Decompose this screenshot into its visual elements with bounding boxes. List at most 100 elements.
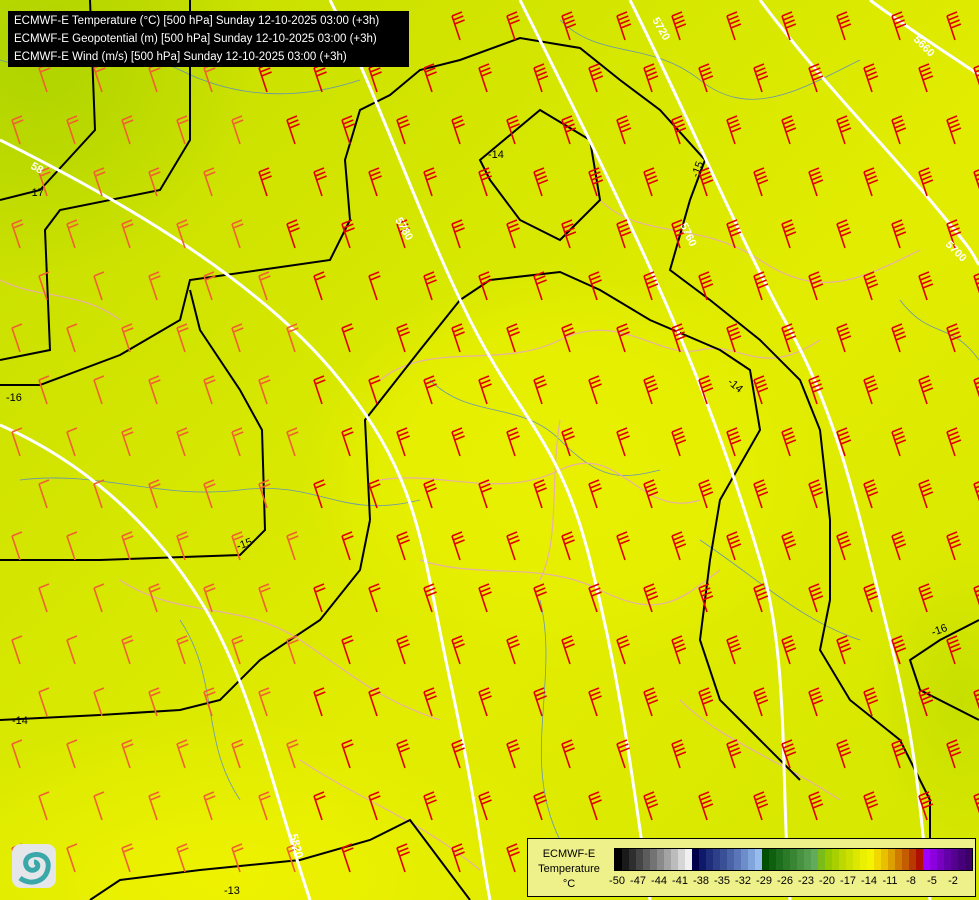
color-swatch: [713, 849, 720, 870]
wind-barb: [66, 739, 78, 769]
wind-barb: [891, 219, 907, 249]
wind-barb: [671, 427, 687, 457]
wind-barb: [203, 167, 216, 197]
wind-barb: [808, 167, 824, 197]
color-scale-tick: -20: [819, 875, 835, 887]
wind-barb: [588, 375, 602, 405]
color-swatch: [629, 849, 636, 870]
wind-barb: [588, 791, 602, 821]
color-swatch: [951, 849, 958, 870]
wind-barb: [506, 739, 520, 769]
wind-barb: [11, 219, 24, 249]
wind-barb: [258, 271, 271, 301]
wind-barb: [671, 115, 687, 145]
ecmwf-logo: [12, 844, 56, 888]
wind-barb: [66, 635, 78, 665]
color-scale-tick: -50: [609, 875, 625, 887]
wind-barb: [423, 271, 437, 301]
color-scale-tick: -8: [906, 875, 916, 887]
wind-barb: [973, 481, 979, 502]
color-swatch: [965, 849, 972, 870]
wind-barb: [451, 427, 465, 457]
color-swatch: [622, 849, 629, 870]
wind-barb: [258, 791, 271, 821]
wind-barb: [836, 115, 852, 145]
wind-barb: [891, 427, 907, 457]
wind-barb: [478, 583, 492, 613]
geopotential-contours: [0, 0, 979, 900]
wind-barb: [38, 687, 50, 717]
wind-barb: [313, 167, 327, 197]
wind-barb: [368, 271, 381, 301]
color-swatch: [909, 849, 916, 870]
contour-label: -13: [224, 885, 240, 897]
color-swatch: [958, 849, 965, 870]
wind-barb: [478, 63, 492, 93]
color-swatch: [888, 849, 895, 870]
wind-barb: [726, 739, 742, 769]
wind-barb: [93, 375, 105, 405]
color-swatch: [916, 849, 923, 870]
wind-barb: [368, 687, 381, 717]
wind-barb: [863, 479, 879, 509]
wind-barb: [918, 271, 934, 301]
wind-barb: [231, 427, 244, 457]
wind-barb: [368, 167, 382, 197]
wind-barb: [478, 791, 492, 821]
wind-barb: [753, 687, 769, 717]
wind-barb: [66, 219, 79, 249]
wind-barb: [753, 167, 769, 197]
title-wind: ECMWF-E Wind (m/s) [500 hPa] Sunday 12-1…: [14, 51, 347, 63]
wind-barb: [341, 739, 354, 769]
color-scale-tick: -47: [630, 875, 646, 887]
wind-barb: [368, 583, 381, 613]
contour-label: 5780: [392, 216, 415, 243]
color-swatch: [615, 849, 622, 870]
wind-barb: [616, 427, 630, 457]
color-swatch: [664, 849, 671, 870]
wind-barb: [396, 427, 410, 457]
legend-title: ECMWF-E Temperature °C: [534, 847, 604, 892]
color-swatch: [825, 849, 832, 870]
wind-barb: [148, 791, 161, 821]
color-swatch: [671, 849, 678, 870]
wind-barb: [506, 843, 520, 873]
color-swatch: [790, 849, 797, 870]
wind-barb: [808, 583, 824, 613]
wind-barb: [836, 739, 852, 769]
wind-barb: [121, 115, 134, 145]
color-scale-tick: -35: [714, 875, 730, 887]
wind-barb: [231, 739, 244, 769]
wind-barb: [396, 739, 410, 769]
color-swatch: [741, 849, 748, 870]
wind-barb: [836, 323, 852, 353]
wind-barb: [93, 687, 105, 717]
wind-barb: [946, 531, 962, 561]
wind-barb: [671, 739, 687, 769]
color-scale-tick: -23: [798, 875, 814, 887]
wind-barb: [368, 375, 381, 405]
wind-barb: [148, 63, 161, 93]
wind-barb: [341, 115, 355, 145]
wind-barb: [533, 583, 547, 613]
wind-barb: [341, 531, 354, 561]
wind-barb: [698, 687, 714, 717]
wind-barb: [506, 115, 520, 145]
wind-barb: [176, 427, 189, 457]
color-scale-tick: -29: [756, 875, 772, 887]
title-temperature: ECMWF-E Temperature (°C) [500 hPa] Sunda…: [14, 15, 380, 27]
wind-barb: [93, 63, 106, 93]
wind-barb: [616, 323, 630, 353]
wind-barb: [561, 531, 575, 561]
wind-barb: [588, 63, 604, 93]
color-swatch: [762, 849, 769, 870]
wind-barb: [891, 739, 907, 769]
wind-barb: [368, 479, 381, 509]
color-scale-tick: -14: [861, 875, 877, 887]
wind-barb: [506, 635, 520, 665]
wind-barb: [506, 219, 520, 249]
wind-barb: [93, 583, 105, 613]
wind-barb: [836, 219, 852, 249]
color-swatch: [692, 849, 699, 870]
color-scale-tick: -2: [948, 875, 958, 887]
